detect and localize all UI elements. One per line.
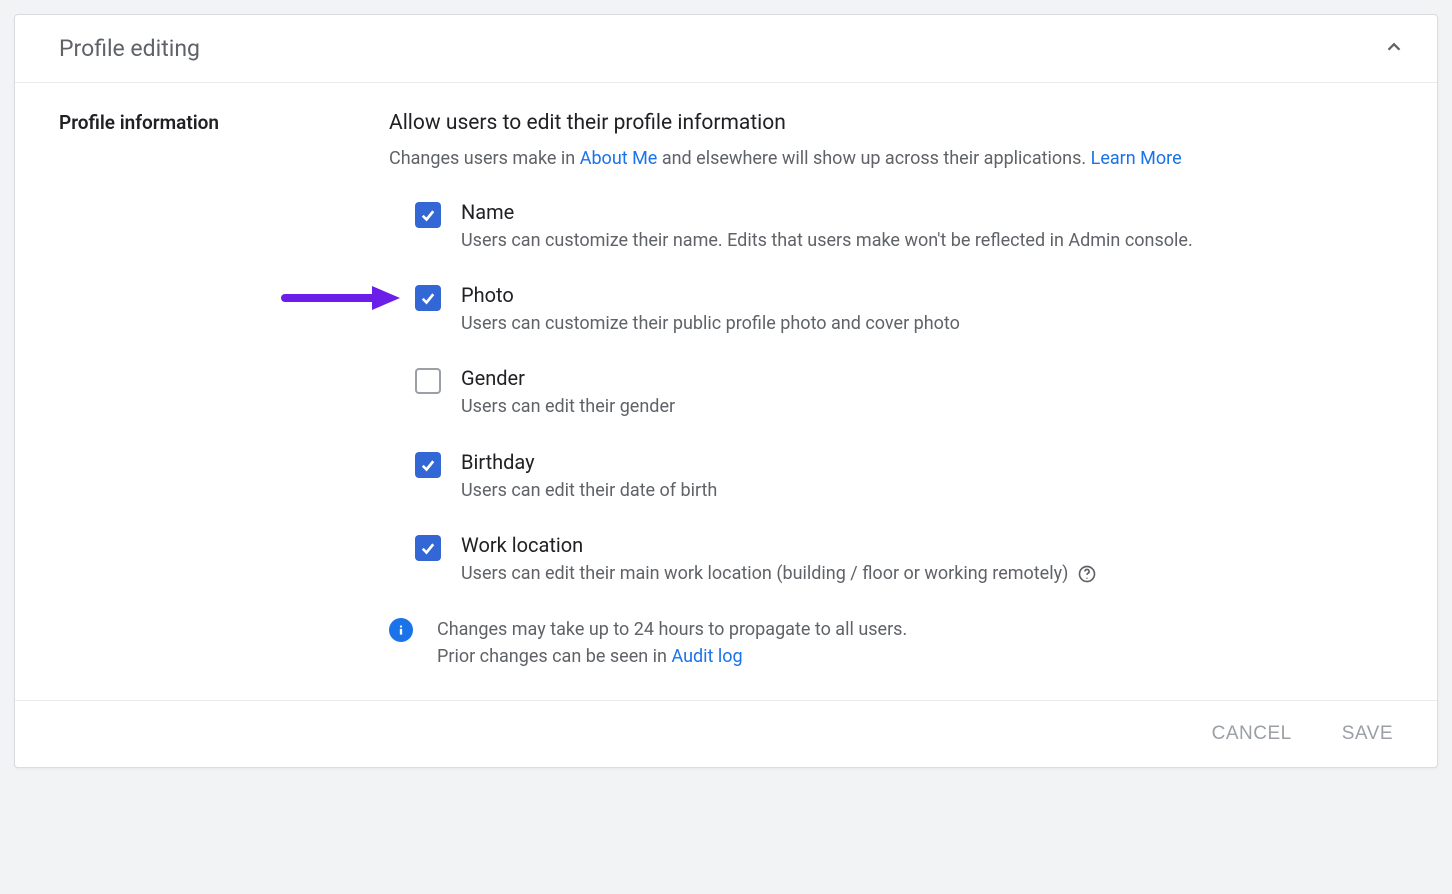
- checkbox-gender[interactable]: [415, 368, 441, 394]
- profile-editing-card: Profile editing Profile information Allo…: [14, 14, 1438, 768]
- option-label: Birthday: [461, 450, 1393, 474]
- option-desc: Users can customize their name. Edits th…: [461, 228, 1393, 253]
- info-icon: [389, 618, 413, 642]
- help-icon[interactable]: [1077, 564, 1097, 584]
- learn-more-link[interactable]: Learn More: [1091, 148, 1182, 169]
- option-desc: Users can edit their date of birth: [461, 478, 1393, 503]
- option-name: Name Users can customize their name. Edi…: [415, 200, 1393, 253]
- option-label: Work location: [461, 533, 1393, 557]
- option-label: Name: [461, 200, 1393, 224]
- profile-info-label: Profile information: [59, 111, 389, 134]
- option-work-location: Work location Users can edit their main …: [415, 533, 1393, 586]
- footer: CANCEL SAVE: [15, 700, 1437, 767]
- checkbox-birthday[interactable]: [415, 452, 441, 478]
- section-header: Profile editing: [15, 15, 1437, 83]
- right-column: Allow users to edit their profile inform…: [389, 111, 1393, 670]
- option-desc: Users can customize their public profile…: [461, 311, 1393, 336]
- left-column: Profile information: [59, 111, 389, 670]
- option-photo: Photo Users can customize their public p…: [415, 283, 1393, 336]
- section-title: Profile editing: [59, 35, 200, 62]
- save-button[interactable]: SAVE: [1342, 723, 1393, 745]
- checkbox-photo[interactable]: [415, 285, 441, 311]
- option-list: Name Users can customize their name. Edi…: [389, 200, 1393, 586]
- option-birthday: Birthday Users can edit their date of bi…: [415, 450, 1393, 503]
- option-label: Photo: [461, 283, 1393, 307]
- content-body: Profile information Allow users to edit …: [15, 83, 1437, 700]
- about-me-link[interactable]: About Me: [580, 148, 658, 169]
- cancel-button[interactable]: CANCEL: [1212, 723, 1292, 745]
- checkbox-name[interactable]: [415, 202, 441, 228]
- collapse-icon[interactable]: [1383, 36, 1405, 62]
- checkbox-work-location[interactable]: [415, 535, 441, 561]
- setting-description: Changes users make in About Me and elsew…: [389, 145, 1393, 172]
- option-label: Gender: [461, 366, 1393, 390]
- info-box: Changes may take up to 24 hours to propa…: [389, 616, 1393, 670]
- audit-log-link[interactable]: Audit log: [671, 646, 742, 667]
- info-text: Changes may take up to 24 hours to propa…: [437, 616, 907, 670]
- option-desc: Users can edit their gender: [461, 394, 1393, 419]
- setting-title: Allow users to edit their profile inform…: [389, 111, 1393, 135]
- option-desc: Users can edit their main work location …: [461, 561, 1393, 586]
- option-gender: Gender Users can edit their gender: [415, 366, 1393, 419]
